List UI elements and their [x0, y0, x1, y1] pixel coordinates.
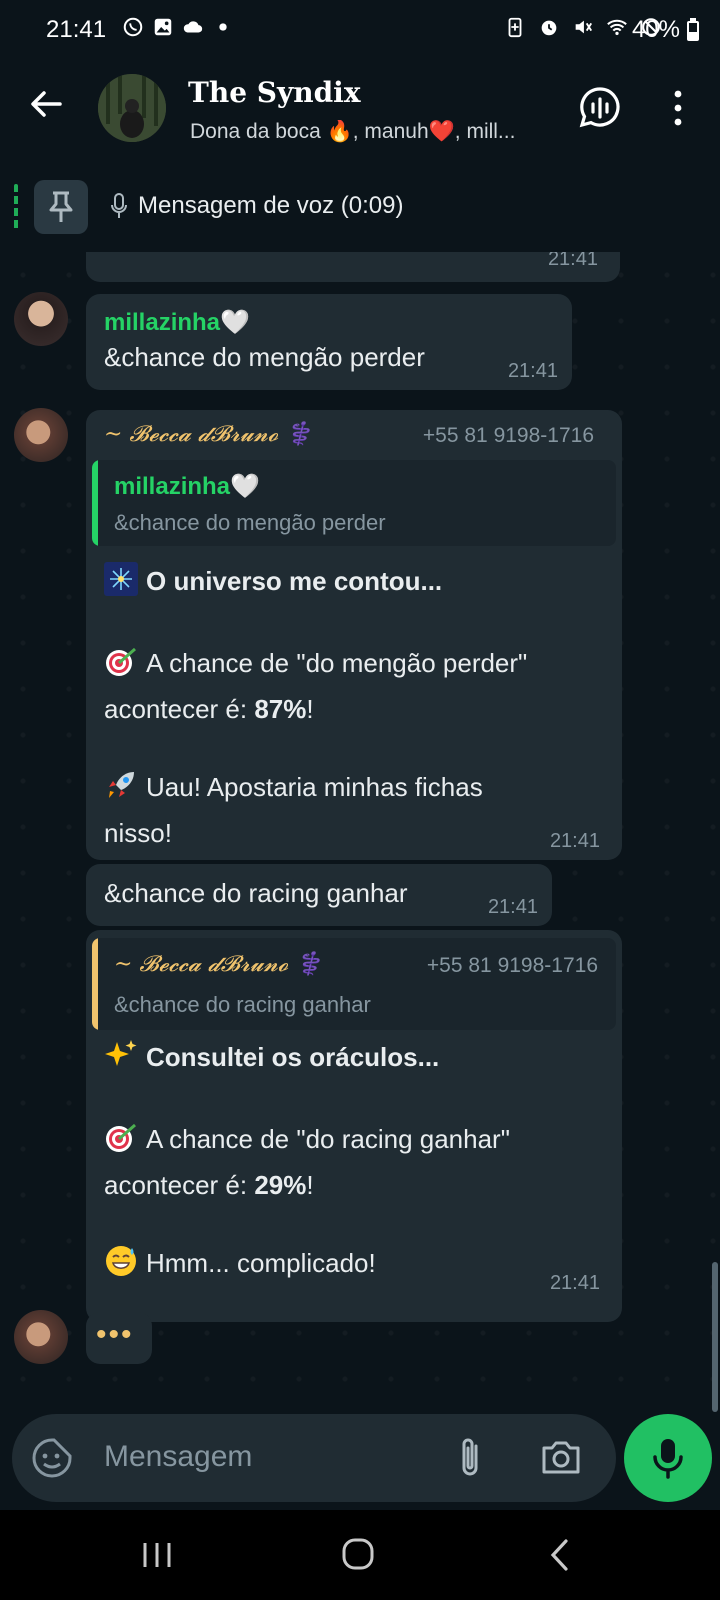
battery-indicator: 40%: [632, 16, 700, 44]
message-line: Hmm... complicado!: [104, 1240, 376, 1286]
cloud-icon: [183, 21, 203, 33]
chance-value: 87%: [254, 694, 307, 724]
message-time: 21:41: [549, 1272, 600, 1294]
message-input-bar[interactable]: Mensagem: [12, 1414, 616, 1502]
recent-apps-icon[interactable]: [140, 1540, 174, 1570]
message-bubble[interactable]: ~ 𝓑𝓮𝓬𝓬𝓪 𝓭𝓑𝓻𝓾𝓷𝓸 ⚕️ +55 81 9198-1716 &chan…: [86, 930, 622, 1322]
typing-dots: •••: [96, 1318, 134, 1351]
scrollbar[interactable]: [712, 1262, 718, 1412]
notification-icons: [122, 16, 234, 38]
quote-phone: +55 81 9198-1716: [426, 954, 598, 977]
message-line: acontecer é: 87%!: [104, 686, 314, 732]
chance-value: 29%: [254, 1170, 307, 1200]
group-title[interactable]: The Syndix: [188, 76, 361, 109]
message-time: 21:41: [487, 896, 538, 918]
message-text: &chance do racing ganhar: [104, 878, 408, 908]
quote-indicator: [92, 938, 98, 1030]
status-time: 21:41: [46, 16, 107, 43]
typing-indicator: •••: [86, 1312, 152, 1364]
message-line: A chance de "do racing ganhar": [104, 1116, 510, 1162]
avatar[interactable]: [14, 292, 68, 346]
message-text: acontecer é:: [104, 1170, 255, 1200]
pinned-message-bar[interactable]: Mensagem de voz (0:09): [0, 162, 720, 253]
pin-icon-box: [34, 180, 88, 234]
message-text: Hmm... complicado!: [146, 1248, 376, 1278]
pinned-message: Mensagem de voz (0:09): [110, 192, 403, 220]
battery-percent: 40%: [631, 16, 680, 43]
message-text: acontecer é:: [104, 694, 255, 724]
rocket-icon: [109, 772, 134, 798]
message-text: A chance de "do mengão perder": [146, 648, 528, 678]
whatsapp-icon: [123, 17, 143, 37]
message-line: acontecer é: 29%!: [104, 1162, 314, 1208]
message-bubble[interactable]: &chance do racing ganhar 21:41: [86, 864, 552, 926]
status-bar: 21:41 40%: [0, 0, 720, 62]
sender-name[interactable]: millazinha🤍: [104, 308, 250, 337]
group-members[interactable]: Dona da boca 🔥, manuh❤️, mill...: [190, 120, 550, 144]
pin-icon: [49, 191, 73, 222]
message-heading: Consultei os oráculos...: [146, 1042, 440, 1072]
avatar[interactable]: [14, 1310, 68, 1364]
message-text: nisso!: [104, 818, 172, 848]
message-text: Uau! Apostaria minhas fichas: [146, 772, 483, 802]
message-input[interactable]: Mensagem: [104, 1440, 252, 1474]
chat-area[interactable]: 21:41 millazinha🤍 &chance do mengão perd…: [0, 252, 720, 1412]
message-text: !: [306, 1170, 314, 1200]
quoted-message[interactable]: millazinha🤍 &chance do mengão perder: [92, 460, 616, 546]
dot-icon: [219, 23, 227, 31]
message-time: 21:41: [507, 360, 558, 382]
pinned-text: Mensagem de voz (0:09): [138, 192, 404, 219]
message-line: Consultei os oráculos...: [104, 1034, 439, 1080]
chat-header: The Syndix Dona da boca 🔥, manuh❤️, mill…: [0, 62, 720, 163]
sparkles-icon: [105, 1040, 137, 1066]
voice-chat-icon[interactable]: [578, 86, 622, 130]
microphone-icon: [653, 1439, 683, 1479]
wifi-icon: [607, 19, 627, 36]
target-icon: [106, 1123, 136, 1152]
message-time: 21:41: [547, 252, 598, 270]
message-bubble[interactable]: ~ 𝓑𝓮𝓬𝓬𝓪 𝓭𝓑𝓻𝓾𝓷𝓸 ⚕️ +55 81 9198-1716 milla…: [86, 410, 622, 860]
quoted-message[interactable]: ~ 𝓑𝓮𝓬𝓬𝓪 𝓭𝓑𝓻𝓾𝓷𝓸 ⚕️ +55 81 9198-1716 &chan…: [92, 938, 616, 1030]
message-line: nisso!: [104, 810, 172, 856]
message-text: !: [306, 694, 314, 724]
message-line: Uau! Apostaria minhas fichas: [104, 764, 483, 810]
alarm-icon: [541, 20, 557, 36]
message-bubble[interactable]: millazinha🤍 &chance do mengão perder 21:…: [86, 294, 572, 390]
group-photo: [98, 74, 166, 142]
mute-icon: [575, 20, 593, 34]
message-text: &chance do mengão perder: [104, 342, 425, 372]
battery-icon: [687, 18, 699, 41]
message-time: 21:41: [549, 830, 600, 852]
battery-saver-icon: [508, 17, 522, 38]
sender-phone: +55 81 9198-1716: [422, 424, 594, 447]
back-arrow-icon[interactable]: [26, 84, 66, 124]
back-nav-icon[interactable]: [548, 1538, 572, 1572]
message-text: A chance de "do racing ganhar": [146, 1124, 510, 1154]
more-options-icon[interactable]: [666, 88, 690, 128]
message-line: O universo me contou...: [104, 558, 442, 604]
gallery-icon: [154, 18, 172, 36]
camera-icon[interactable]: [540, 1438, 582, 1478]
sender-name[interactable]: ~ 𝓑𝓮𝓬𝓬𝓪 𝓭𝓑𝓻𝓾𝓷𝓸 ⚕️: [104, 422, 313, 447]
sticker-icon[interactable]: [30, 1436, 74, 1480]
message-bubble[interactable]: 21:41: [86, 252, 620, 282]
attach-icon[interactable]: [452, 1434, 488, 1482]
fireworks-icon: [104, 562, 138, 596]
pinned-indicator: [14, 184, 18, 232]
avatar[interactable]: [14, 408, 68, 462]
group-avatar[interactable]: [98, 74, 166, 142]
microphone-icon: [111, 193, 127, 218]
quote-text: &chance do mengão perder: [114, 510, 386, 535]
target-icon: [106, 647, 136, 676]
message-line: A chance de "do mengão perder": [104, 640, 527, 686]
quote-sender: millazinha🤍: [114, 473, 260, 500]
voice-record-button[interactable]: [624, 1414, 712, 1502]
system-navigation-bar: [0, 1510, 720, 1600]
message-heading: O universo me contou...: [146, 566, 443, 596]
quote-text: &chance do racing ganhar: [114, 992, 371, 1017]
home-icon[interactable]: [340, 1536, 376, 1572]
grinning-sweat-icon: [106, 1246, 136, 1276]
quote-sender: ~ 𝓑𝓮𝓬𝓬𝓪 𝓭𝓑𝓻𝓾𝓷𝓸 ⚕️: [114, 952, 323, 977]
quote-indicator: [92, 460, 98, 546]
